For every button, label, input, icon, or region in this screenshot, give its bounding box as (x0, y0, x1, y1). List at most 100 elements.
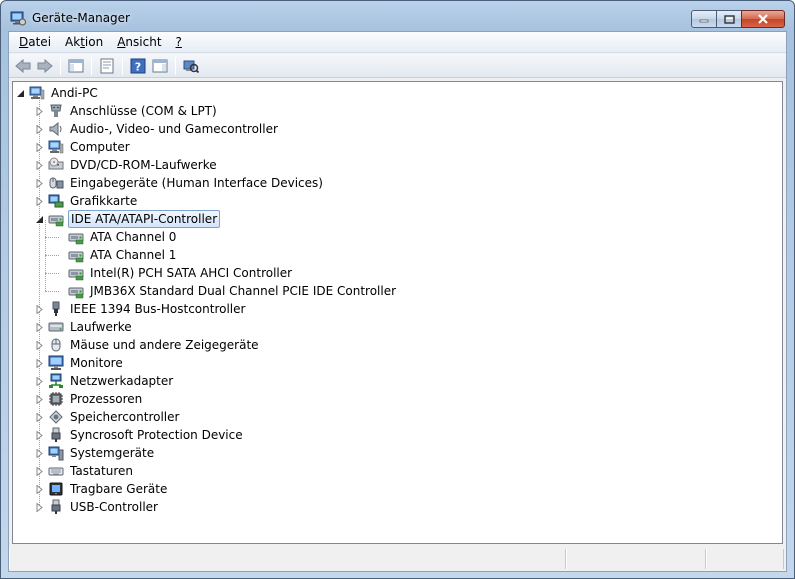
tree-device[interactable]: ATA Channel 1 (55, 246, 178, 264)
tree-item-label: Tastaturen (70, 464, 133, 478)
expand-arrow-icon[interactable] (35, 358, 44, 368)
computer-icon (48, 140, 64, 154)
tree-category[interactable]: Grafikkarte (35, 192, 139, 210)
toolbar-separator (122, 56, 123, 75)
tree-category[interactable]: USB-Controller (35, 498, 160, 516)
window-controls (691, 10, 785, 28)
minimize-button[interactable] (691, 10, 717, 28)
system-devices-icon (48, 446, 64, 461)
tree-category[interactable]: DVD/CD-ROM-Laufwerke (35, 156, 219, 174)
close-button[interactable] (741, 10, 785, 28)
expand-arrow-icon[interactable] (35, 322, 44, 332)
menu-item-3[interactable]: ? (169, 33, 189, 52)
dvd-drive-icon (48, 157, 64, 170)
tree-category[interactable]: Laufwerke (35, 318, 134, 336)
usb-plug-icon (51, 427, 61, 442)
expand-arrow-icon[interactable] (35, 466, 44, 476)
svg-text:?: ? (135, 60, 141, 73)
tree-connector (45, 291, 59, 292)
tree-category[interactable]: Audio-, Video- und Gamecontroller (35, 120, 280, 138)
tree-category[interactable]: Computer (35, 138, 132, 156)
menu-item-text: atei (28, 34, 52, 49)
tree-root[interactable]: Andi-PC (16, 84, 100, 102)
port-icon (50, 104, 62, 117)
back-button[interactable] (12, 56, 34, 76)
menu-item-text: Ak (65, 34, 81, 49)
scan-hardware-button[interactable] (180, 56, 202, 76)
show-action-pane-button[interactable] (149, 56, 171, 76)
properties-icon (100, 58, 114, 73)
expand-arrow-icon[interactable] (35, 142, 44, 152)
forward-button[interactable] (34, 56, 56, 76)
maximize-button[interactable] (716, 10, 742, 28)
tree-item-label: Computer (70, 140, 130, 154)
tree-connector (45, 255, 59, 256)
tree-category[interactable]: Syncrosoft Protection Device (35, 426, 245, 444)
tree-connector (45, 220, 46, 291)
expand-arrow-icon[interactable] (35, 430, 44, 440)
tree-item-label: Intel(R) PCH SATA AHCI Controller (90, 266, 293, 280)
ide-controller-icon (68, 233, 84, 245)
tree-item-label: Laufwerke (70, 320, 132, 334)
menu-item-0[interactable]: Datei (12, 33, 58, 52)
expand-arrow-icon[interactable] (35, 502, 44, 512)
tree-category[interactable]: IDE ATA/ATAPI-Controller (35, 210, 221, 228)
status-panel-2 (566, 549, 706, 569)
expand-arrow-icon[interactable] (35, 196, 44, 206)
expand-arrow-icon[interactable] (35, 412, 44, 422)
expand-arrow-icon[interactable] (35, 448, 44, 458)
expand-arrow-icon[interactable] (35, 376, 44, 386)
device-manager-window: Geräte-Manager Datei Aktion Ansicht? ? A… (0, 0, 795, 579)
collapse-arrow-icon[interactable] (16, 89, 25, 98)
help-button[interactable]: ? (127, 56, 149, 76)
usb-plug-icon (51, 499, 61, 514)
tree-category[interactable]: Mäuse und andere Zeigegeräte (35, 336, 261, 354)
tree-device[interactable]: JMB36X Standard Dual Channel PCIE IDE Co… (55, 282, 398, 300)
tree-category[interactable]: Monitore (35, 354, 125, 372)
tree-category[interactable]: Speichercontroller (35, 408, 181, 426)
expand-arrow-icon[interactable] (35, 106, 44, 116)
tree-category[interactable]: Tastaturen (35, 462, 135, 480)
menu-item-1[interactable]: Aktion (58, 33, 110, 52)
tree-category[interactable]: Tragbare Geräte (35, 480, 169, 498)
tree-item-label: IDE ATA/ATAPI-Controller (68, 210, 221, 228)
collapse-arrow-icon[interactable] (35, 215, 44, 224)
expand-arrow-icon[interactable] (35, 160, 44, 170)
menu-item-2[interactable]: Ansicht (110, 33, 168, 52)
processor-icon (49, 392, 63, 406)
tree-category[interactable]: Eingabegeräte (Human Interface Devices) (35, 174, 325, 192)
mouse-icon (51, 338, 61, 352)
expand-arrow-icon[interactable] (35, 340, 44, 350)
tree-category[interactable]: Anschlüsse (COM & LPT) (35, 102, 219, 120)
ide-controller-icon (48, 215, 64, 227)
speaker-icon (49, 121, 62, 137)
tree-item-label: Grafikkarte (70, 194, 138, 208)
ide-controller-icon (68, 251, 84, 263)
expand-arrow-icon[interactable] (35, 394, 44, 404)
ide-controller-icon (68, 287, 84, 299)
help-icon: ? (130, 58, 146, 73)
tree-category[interactable]: Systemgeräte (35, 444, 156, 462)
show-hide-console-tree-icon (68, 59, 84, 72)
tree-item-label: IEEE 1394 Bus-Hostcontroller (70, 302, 246, 316)
expand-arrow-icon[interactable] (35, 178, 44, 188)
ide-controller-icon (68, 269, 84, 281)
tree-device[interactable]: Intel(R) PCH SATA AHCI Controller (55, 264, 294, 282)
hid-icon (49, 177, 64, 189)
show-hide-console-tree-button[interactable] (65, 56, 87, 76)
keyboard-icon (48, 467, 64, 476)
tree-category[interactable]: Netzwerkadapter (35, 372, 175, 390)
expand-arrow-icon[interactable] (35, 124, 44, 134)
properties-button[interactable] (96, 56, 118, 76)
toolbar: ? (9, 54, 786, 78)
device-tree[interactable]: Andi-PC Anschlüsse (COM & LPT) Audio-, Vid… (12, 81, 783, 544)
expand-arrow-icon[interactable] (35, 304, 44, 314)
tree-category[interactable]: Prozessoren (35, 390, 144, 408)
client-area: Datei Aktion Ansicht? ? Andi-PC Anschlüs… (8, 31, 787, 572)
tree-category[interactable]: IEEE 1394 Bus-Hostcontroller (35, 300, 247, 318)
tree-device[interactable]: ATA Channel 0 (55, 228, 178, 246)
expand-arrow-icon[interactable] (35, 484, 44, 494)
title-bar[interactable]: Geräte-Manager (1, 1, 794, 31)
menu-item-text: nsicht (125, 34, 162, 49)
menu-bar: Datei Aktion Ansicht? (9, 32, 786, 53)
